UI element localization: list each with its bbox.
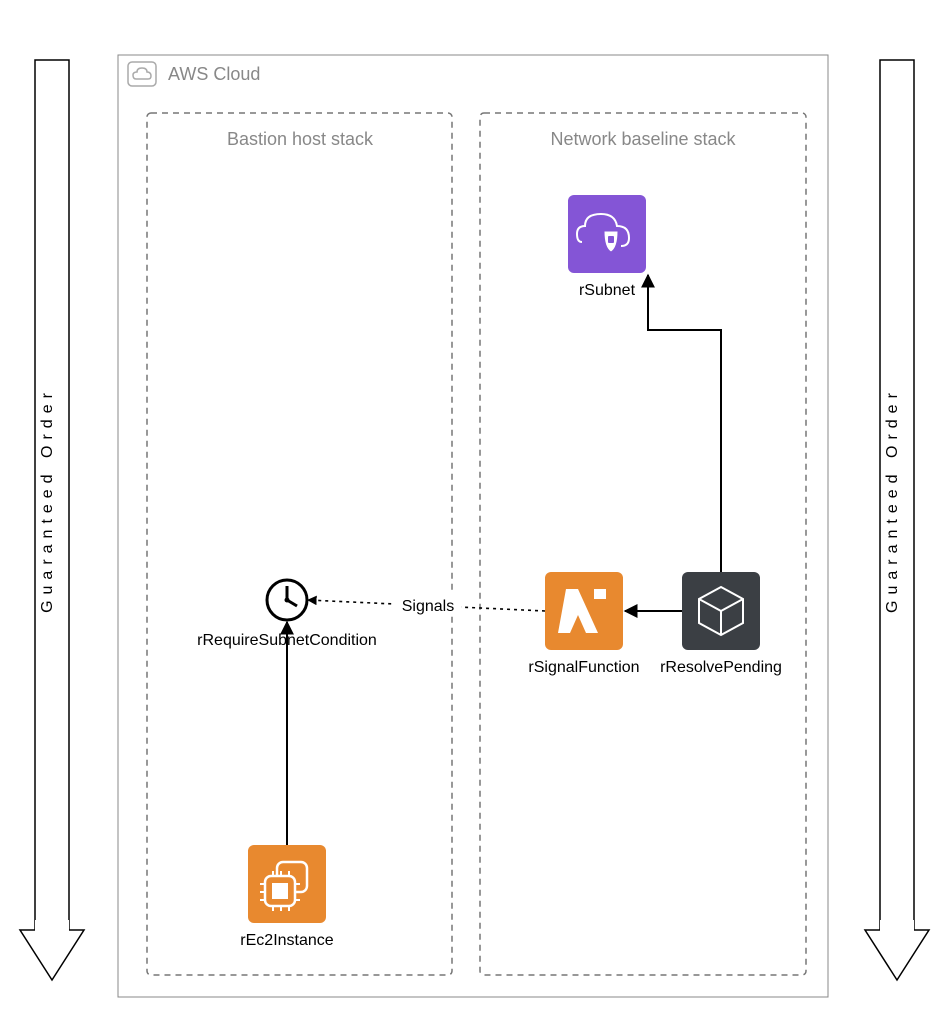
bastion-stack-label: Bastion host stack [227,129,374,149]
left-arrow-label: Guaranteed Order [39,387,56,613]
rec2instance-label: rEc2Instance [240,932,333,949]
rsignalfunction-node: rSignalFunction [528,572,639,676]
rsignalfunction-label: rSignalFunction [528,659,639,676]
rresolvepending-node: rResolvePending [660,572,782,676]
rsubnet-label: rSubnet [579,282,636,299]
aws-cloud-label: AWS Cloud [168,64,260,84]
architecture-diagram: AWS Cloud Guaranteed Order Guaranteed Or… [0,0,948,1024]
left-order-arrow: Guaranteed Order [20,60,84,980]
aws-cloud-icon [128,62,156,86]
signals-edge-label: Signals [402,598,454,615]
rsubnet-node: rSubnet [568,195,646,299]
right-order-arrow: Guaranteed Order [865,60,929,980]
network-stack-label: Network baseline stack [550,129,736,149]
right-arrow-label: Guaranteed Order [884,387,901,613]
edge-resolve-to-subnet [648,275,721,572]
rresolvepending-label: rResolvePending [660,659,782,676]
rec2instance-node: rEc2Instance [240,845,333,949]
